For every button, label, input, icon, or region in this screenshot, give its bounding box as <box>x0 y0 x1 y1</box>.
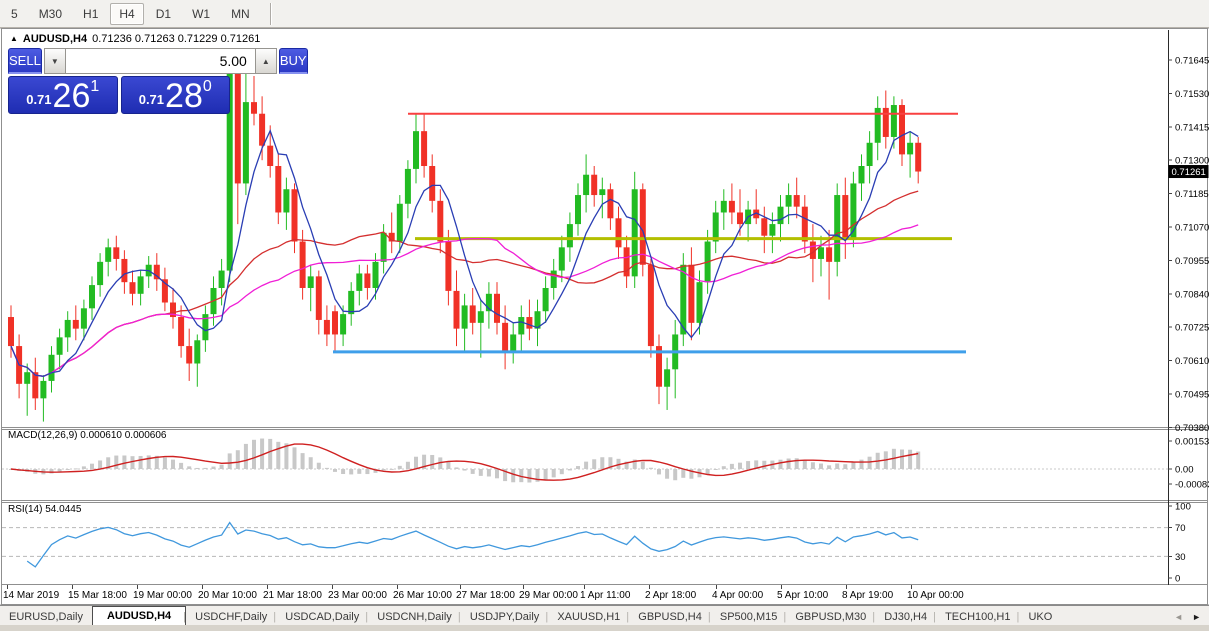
tab-uko[interactable]: UKO <box>1019 608 1061 625</box>
chevron-up-icon: ▲ <box>262 57 270 66</box>
sell-quote-button[interactable]: 0.71 26 1 <box>8 76 118 114</box>
tab-audusd-h4[interactable]: AUDUSD,H4 <box>92 606 186 625</box>
tab-usdchf-daily[interactable]: USDCHF,Daily <box>186 608 276 625</box>
status-strip <box>0 625 1209 631</box>
tab-usdcad-daily[interactable]: USDCAD,Daily <box>276 608 368 625</box>
price-axis-label: 0.70495 <box>1175 389 1209 400</box>
buy-quote-button[interactable]: 0.71 28 0 <box>121 76 231 114</box>
macd-axis-label: 0.00 <box>1175 465 1194 476</box>
rsi-axis-label: 100 <box>1175 502 1191 513</box>
chart-ohlc-values: 0.71236 0.71263 0.71229 0.71261 <box>92 33 260 45</box>
price-axis-label: 0.70840 <box>1175 289 1209 300</box>
mt4-terminal: 0.716450.715300.714150.713000.711850.710… <box>0 0 1209 631</box>
tab-dj30-h4[interactable]: DJ30,H4 <box>875 608 936 625</box>
current-price-label: 0.71261 <box>1172 167 1206 178</box>
rsi-axis-label: 70 <box>1175 523 1186 534</box>
tab-usdcnh-daily[interactable]: USDCNH,Daily <box>368 608 461 625</box>
date-axis-label: 5 Apr 10:00 <box>777 590 829 601</box>
macd-axis-label: 0.001538 <box>1175 436 1209 447</box>
price-axis-label: 0.71415 <box>1175 122 1209 133</box>
volume-decrease-button[interactable]: ▼ <box>44 48 66 74</box>
buy-price-big: 28 <box>165 83 203 111</box>
timeframe-button-m30[interactable]: M30 <box>30 3 71 25</box>
date-axis-label: 2 Apr 18:00 <box>645 590 697 601</box>
sell-price-prefix: 0.71 <box>26 92 51 107</box>
date-axis-label: 29 Mar 00:00 <box>519 590 578 601</box>
tab-usdjpy-daily[interactable]: USDJPY,Daily <box>461 608 549 625</box>
tab-xauusd-h1[interactable]: XAUUSD,H1 <box>548 608 629 625</box>
sell-price-big: 26 <box>53 83 91 111</box>
sell-price-pip: 1 <box>90 78 99 96</box>
date-axis-label: 23 Mar 00:00 <box>328 590 387 601</box>
date-axis-label: 8 Apr 19:00 <box>842 590 894 601</box>
buy-price-prefix: 0.71 <box>139 92 164 107</box>
tab-scroll-left-icon[interactable]: ◄ <box>1174 612 1183 622</box>
tab-gbpusd-h4[interactable]: GBPUSD,H4 <box>629 608 711 625</box>
price-axis-label: 0.70955 <box>1175 256 1209 267</box>
rsi-axis-label: 0 <box>1175 574 1180 585</box>
date-axis-label: 26 Mar 10:00 <box>393 590 452 601</box>
macd-axis-label: -0.000835 <box>1175 480 1209 491</box>
price-axis-label: 0.71645 <box>1175 56 1209 67</box>
chart-header: ▲ AUDUSD,H4 0.71236 0.71263 0.71229 0.71… <box>10 33 260 45</box>
date-axis-label: 15 Mar 18:00 <box>68 590 127 601</box>
tab-gbpusd-m30[interactable]: GBPUSD,M30 <box>786 608 875 625</box>
chart-symbol-label: AUDUSD,H4 <box>23 33 87 45</box>
toolbar-separator <box>270 3 271 25</box>
date-axis-label: 14 Mar 2019 <box>3 590 60 601</box>
timeframe-button-h4[interactable]: H4 <box>110 3 143 25</box>
price-axis-label: 0.71530 <box>1175 89 1209 100</box>
volume-input[interactable] <box>66 48 255 74</box>
volume-increase-button[interactable]: ▲ <box>255 48 277 74</box>
timeframe-button-h1[interactable]: H1 <box>74 3 107 25</box>
date-axis-label: 27 Mar 18:00 <box>456 590 515 601</box>
tab-scroll-arrows: ◄► <box>1170 612 1209 625</box>
date-axis-label: 20 Mar 10:00 <box>198 590 257 601</box>
tab-tech100-h1[interactable]: TECH100,H1 <box>936 608 1019 625</box>
price-axis-label: 0.71070 <box>1175 222 1209 233</box>
rsi-indicator-label: RSI(14) 54.0445 <box>8 504 81 515</box>
tab-eurusd-daily[interactable]: EURUSD,Daily <box>0 608 92 625</box>
chevron-down-icon: ▼ <box>51 57 59 66</box>
rsi-axis-label: 30 <box>1175 552 1186 563</box>
timeframe-button-5[interactable]: 5 <box>2 3 27 25</box>
one-click-trading-panel: SELL ▼ ▲ BUY 0.71 26 1 0.71 28 0 <box>8 48 230 114</box>
date-axis-label: 10 Apr 00:00 <box>907 590 964 601</box>
timeframe-toolbar: 5M30H1H4D1W1MN <box>0 0 1209 28</box>
date-axis-label: 19 Mar 00:00 <box>133 590 192 601</box>
date-axis-label: 1 Apr 11:00 <box>580 590 631 601</box>
price-axis-label: 0.70380 <box>1175 423 1209 434</box>
timeframe-button-d1[interactable]: D1 <box>147 3 180 25</box>
sell-button[interactable]: SELL <box>8 48 42 74</box>
date-axis-label: 4 Apr 00:00 <box>712 590 764 601</box>
macd-indicator-label: MACD(12,26,9) 0.000610 0.000606 <box>8 430 166 441</box>
tab-scroll-right-icon[interactable]: ► <box>1192 612 1201 622</box>
timeframe-button-mn[interactable]: MN <box>222 3 259 25</box>
price-axis-label: 0.71185 <box>1175 189 1209 200</box>
collapse-triangle-icon[interactable]: ▲ <box>10 35 18 43</box>
buy-price-pip: 0 <box>203 78 212 96</box>
price-axis-label: 0.70610 <box>1175 356 1209 367</box>
tab-sp500-m15[interactable]: SP500,M15 <box>711 608 786 625</box>
buy-button[interactable]: BUY <box>279 48 308 74</box>
timeframe-button-w1[interactable]: W1 <box>183 3 219 25</box>
chart-tab-bar: EURUSD,DailyAUDUSD,H4USDCHF,DailyUSDCAD,… <box>0 605 1209 625</box>
price-axis-label: 0.70725 <box>1175 323 1209 334</box>
date-axis-label: 21 Mar 18:00 <box>263 590 322 601</box>
